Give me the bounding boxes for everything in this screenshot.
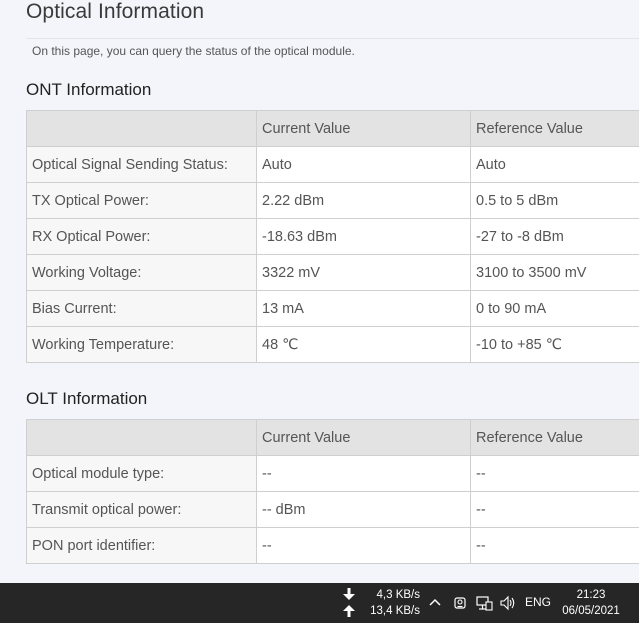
language-indicator[interactable]: ENG [525, 595, 551, 609]
table-row: PON port identifier: -- -- [26, 527, 639, 564]
network-icon[interactable] [475, 593, 493, 613]
table-row: Bias Current: 13 mA 0 to 90 mA [26, 290, 639, 327]
title-divider [26, 38, 639, 39]
header-cell-reference: Reference Value [470, 419, 639, 456]
olt-info-table: Current Value Reference Value Optical mo… [26, 419, 639, 564]
header-cell-label [26, 110, 257, 147]
row-current-value: 13 mA [256, 290, 471, 327]
table-row: RX Optical Power: -18.63 dBm -27 to -8 d… [26, 218, 639, 255]
clock-time: 21:23 [576, 589, 606, 601]
row-label: Optical Signal Sending Status: [26, 146, 257, 183]
row-current-value: Auto [256, 146, 471, 183]
table-row: Working Voltage: 3322 mV 3100 to 3500 mV [26, 254, 639, 291]
upload-arrow-icon [343, 605, 355, 617]
row-reference-value: 0.5 to 5 dBm [470, 182, 639, 219]
row-label: TX Optical Power: [26, 182, 257, 219]
table-header-row: Current Value Reference Value [26, 110, 639, 147]
header-cell-current: Current Value [256, 110, 471, 147]
table-row: Transmit optical power: -- dBm -- [26, 491, 639, 528]
header-cell-reference: Reference Value [470, 110, 639, 147]
row-label: Transmit optical power: [26, 491, 257, 528]
row-current-value: 3322 mV [256, 254, 471, 291]
row-current-value: 2.22 dBm [256, 182, 471, 219]
page-title: Optical Information [26, 0, 205, 23]
row-label: RX Optical Power: [26, 218, 257, 255]
row-current-value: -- dBm [256, 491, 471, 528]
row-current-value: -- [256, 455, 471, 492]
row-reference-value: 3100 to 3500 mV [470, 254, 639, 291]
ont-info-table: Current Value Reference Value Optical Si… [26, 110, 639, 363]
network-speed-arrows[interactable] [342, 586, 356, 620]
row-label: PON port identifier: [26, 527, 257, 564]
row-reference-value: -10 to +85 ℃ [470, 326, 639, 363]
taskbar: 4,3 KB/s 13,4 KB/s ENG 21:23 06/05/2021 [0, 583, 639, 623]
clock-date: 06/05/2021 [562, 605, 620, 617]
ont-section-title: ONT Information [26, 80, 152, 99]
table-row: Optical module type: -- -- [26, 455, 639, 492]
table-row: TX Optical Power: 2.22 dBm 0.5 to 5 dBm [26, 182, 639, 219]
page-description: On this page, you can query the status o… [32, 44, 355, 58]
meet-now-icon[interactable] [452, 593, 468, 613]
row-current-value: 48 ℃ [256, 326, 471, 363]
row-label: Working Temperature: [26, 326, 257, 363]
row-reference-value: -- [470, 455, 639, 492]
olt-section-title: OLT Information [26, 389, 148, 408]
row-label: Working Voltage: [26, 254, 257, 291]
row-reference-value: -- [470, 527, 639, 564]
row-label: Bias Current: [26, 290, 257, 327]
row-label: Optical module type: [26, 455, 257, 492]
system-clock[interactable]: 21:23 06/05/2021 [556, 587, 626, 619]
upload-speed: 13,4 KB/s [370, 605, 420, 617]
volume-icon[interactable] [499, 593, 517, 613]
optical-info-page: Optical Information On this page, you ca… [0, 0, 639, 583]
row-current-value: -18.63 dBm [256, 218, 471, 255]
network-speed-readout[interactable]: 4,3 KB/s 13,4 KB/s [364, 587, 420, 619]
table-header-row: Current Value Reference Value [26, 419, 639, 456]
table-row: Optical Signal Sending Status: Auto Auto [26, 146, 639, 183]
row-reference-value: Auto [470, 146, 639, 183]
download-speed: 4,3 KB/s [376, 589, 420, 601]
download-arrow-icon [343, 588, 355, 600]
row-reference-value: 0 to 90 mA [470, 290, 639, 327]
row-reference-value: -27 to -8 dBm [470, 218, 639, 255]
header-cell-current: Current Value [256, 419, 471, 456]
table-row: Working Temperature: 48 ℃ -10 to +85 ℃ [26, 326, 639, 363]
row-current-value: -- [256, 527, 471, 564]
chevron-up-icon[interactable] [427, 592, 443, 612]
header-cell-label [26, 419, 257, 456]
row-reference-value: -- [470, 491, 639, 528]
